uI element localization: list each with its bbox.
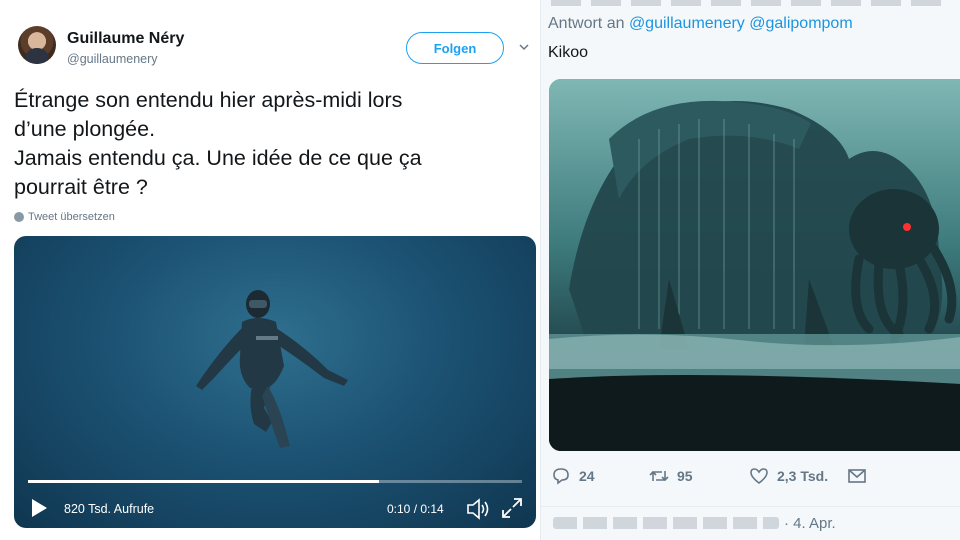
retweet-count: 95 [677, 468, 693, 484]
reply-to-line: Antwort an @guillaumenery @galipompom [548, 15, 853, 33]
video-progress-bar[interactable] [28, 480, 522, 483]
globe-icon [14, 212, 24, 222]
chevron-down-icon[interactable] [519, 42, 529, 52]
tweet-date[interactable]: · 4. Apr. [784, 515, 836, 532]
reply-action[interactable]: 24 [551, 466, 595, 486]
expand-icon[interactable] [501, 497, 523, 519]
translate-label: Tweet übersetzen [28, 211, 115, 223]
video-player[interactable]: 820 Tsd. Aufrufe 0:10 / 0:14 [14, 236, 536, 528]
reply-prefix: Antwort an [548, 15, 625, 32]
heart-icon [750, 468, 768, 485]
video-progress-fill [28, 480, 379, 483]
retweet-icon [649, 470, 669, 482]
retweet-action[interactable]: 95 [649, 466, 693, 486]
like-action[interactable]: 2,3 Tsd. [749, 466, 828, 486]
tweet-left: Guillaume Néry @guillaumenery Folgen Étr… [0, 0, 540, 540]
volume-icon[interactable] [466, 498, 490, 520]
mention-link[interactable]: @guillaumenery [629, 15, 745, 32]
tweet-text-line: Étrange son entendu hier après-midi lors [14, 88, 403, 112]
translate-link[interactable]: Tweet übersetzen [14, 211, 115, 223]
reply-count: 24 [579, 468, 595, 484]
reply-icon [553, 468, 569, 485]
envelope-icon [848, 469, 866, 483]
play-icon[interactable] [30, 498, 48, 518]
next-tweet-header: · 4. Apr. [541, 506, 960, 540]
blurred-text [551, 0, 951, 6]
follow-button[interactable]: Folgen [406, 32, 504, 64]
dm-action[interactable] [847, 466, 867, 486]
blurred-name [553, 517, 779, 529]
display-name[interactable]: Guillaume Néry [67, 30, 184, 48]
avatar[interactable] [18, 26, 56, 64]
view-count: 820 Tsd. Aufrufe [64, 502, 155, 516]
tweet-text-line: d’une plongée. [14, 117, 156, 141]
reply-text: Kikoo [548, 44, 589, 61]
tweet-image[interactable] [549, 79, 960, 451]
like-count: 2,3 Tsd. [777, 468, 829, 484]
user-handle[interactable]: @guillaumenery [67, 52, 158, 66]
sea-monster-image [549, 79, 960, 451]
tweet-actions: 24 95 2,3 Tsd. [541, 466, 960, 494]
video-time: 0:10 / 0:14 [387, 502, 444, 516]
tweet-right: Antwort an @guillaumenery @galipompom Ki… [540, 0, 960, 540]
tweet-text: Étrange son entendu hier après-midi lors… [14, 86, 524, 202]
diver-video-frame [196, 290, 348, 448]
tweet-text-line: Jamais entendu ça. Une idée de ce que ça [14, 146, 422, 170]
tweet-text-line: pourrait être ? [14, 175, 148, 199]
mention-link[interactable]: @galipompom [749, 15, 852, 32]
